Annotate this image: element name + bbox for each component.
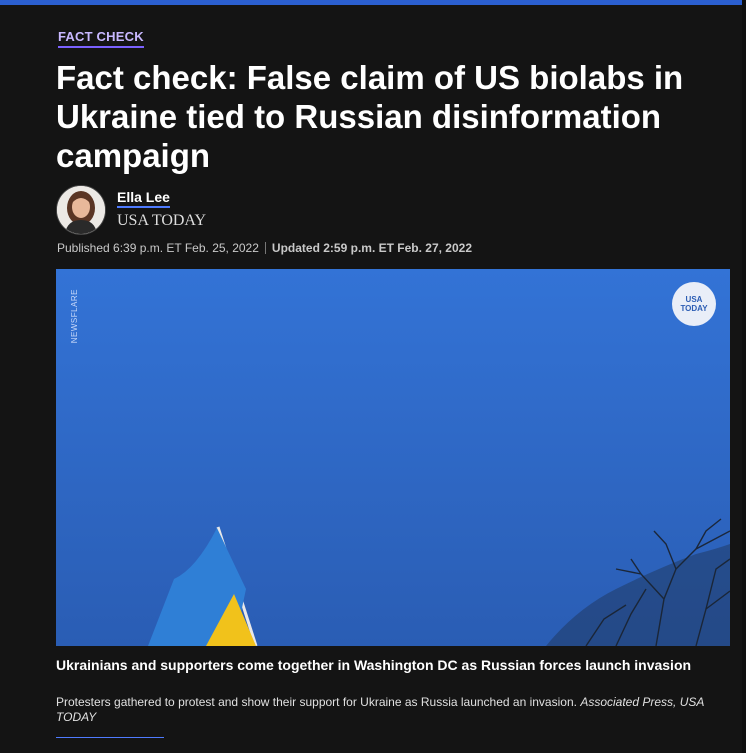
usa-today-logo: USA TODAY [672,282,716,326]
published-date: Published 6:39 p.m. ET Feb. 25, 2022 [57,241,259,255]
caption-divider [56,737,164,738]
video-player[interactable]: NEWSFLARE USA TODAY [56,269,730,646]
author-organization: USA TODAY [117,212,207,229]
date-separator [264,242,266,254]
protest-scene-image [56,269,730,646]
watermark-text: NEWSFLARE [70,289,79,344]
author-photo-icon [57,186,105,234]
caption-text: Protesters gathered to protest and show … [56,695,577,709]
author-avatar[interactable] [56,185,106,235]
article-headline: Fact check: False claim of US biolabs in… [56,59,684,174]
updated-date: Updated 2:59 p.m. ET Feb. 27, 2022 [271,241,472,255]
author-name-link[interactable]: Ella Lee [117,189,170,208]
video-caption-title: Ukrainians and supporters come together … [56,657,692,673]
scrollbar-track [742,0,746,753]
logo-line-1: USA [685,295,703,304]
logo-line-2: TODAY [680,304,708,313]
article-dates: Published 6:39 p.m. ET Feb. 25, 2022 Upda… [57,241,472,255]
video-caption-description: Protesters gathered to protest and show … [56,695,726,725]
section-label-link[interactable]: FACT CHECK [58,29,144,48]
top-accent-bar [0,0,746,5]
